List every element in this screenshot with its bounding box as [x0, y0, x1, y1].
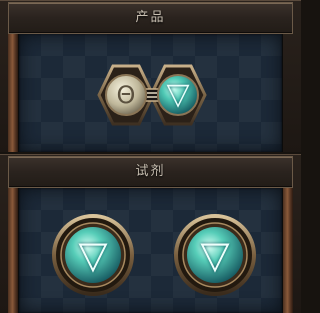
product-title: 产品 — [135, 10, 166, 25]
reagent-right-rail — [283, 188, 293, 313]
reagent-slot-2[interactable]: ▽ — [174, 214, 256, 296]
locked-symbol-icon: Θ — [116, 81, 136, 109]
reagent-2-water-icon: ▽ — [200, 233, 230, 277]
reagent-header: 试剂 — [8, 156, 293, 188]
reagent-1-water-icon: ▽ — [78, 233, 108, 277]
reagent-panel: 试剂 ▽ ▽ — [0, 154, 301, 313]
reagent-left-rail — [8, 188, 18, 313]
water-triangle-icon: ▽ — [166, 77, 190, 112]
product-left-rail — [8, 34, 18, 152]
reagent-slot-1[interactable]: ▽ — [52, 214, 134, 296]
product-header: 产品 — [8, 2, 293, 34]
product-panel: 产品 Θ ▽ — [0, 0, 301, 152]
reagent-title: 试剂 — [135, 164, 166, 179]
product-slot[interactable]: Θ ▽ — [95, 62, 209, 128]
